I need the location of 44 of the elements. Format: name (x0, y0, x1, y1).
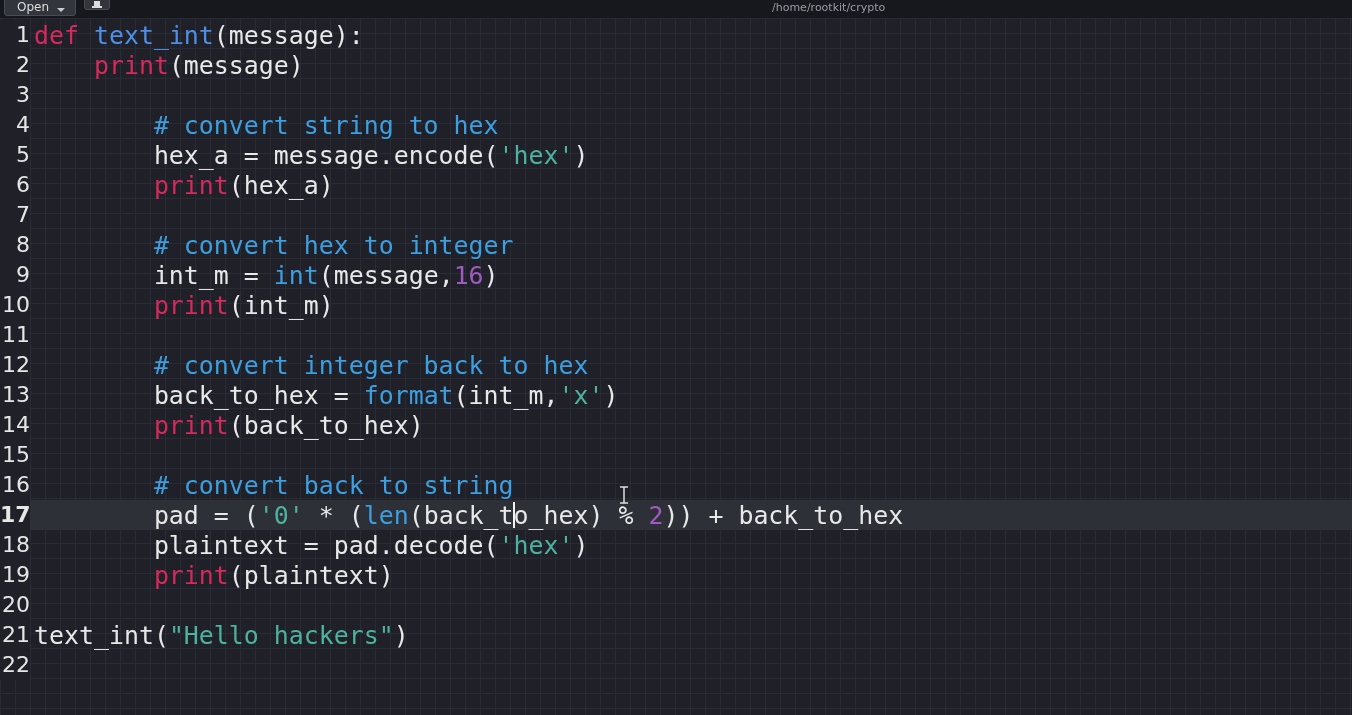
code-line: print(back_to_hex) (152, 410, 424, 440)
line-number: 7 (0, 200, 30, 230)
code-line: print(hex_a) (152, 170, 334, 200)
line-number: 12 (0, 350, 30, 380)
line-number: 21 (0, 620, 30, 650)
code-line: print(message) (92, 50, 304, 80)
code-line: print(int_m) (152, 290, 334, 320)
code-line: int_m = int(message,16) (152, 260, 499, 290)
code-line: hex_a = message.encode('hex') (152, 140, 589, 170)
line-number: 3 (0, 80, 30, 110)
i-beam-cursor-icon (619, 486, 629, 504)
code-line: plaintext = pad.decode('hex') (152, 530, 589, 560)
file-path: /home/rootkit/crypto (772, 1, 886, 14)
line-number: 6 (0, 170, 30, 200)
code-line: pad = ('0' * (len(back_to_hex) % 2)) + back_to_hex (152, 500, 904, 530)
line-number: 8 (0, 230, 30, 260)
code-line: back_to_hex = format(int_m,'x') (152, 380, 619, 410)
line-number: 11 (0, 320, 30, 350)
line-number: 19 (0, 560, 30, 590)
line-number: 13 (0, 380, 30, 410)
code-line: # convert back to string (152, 470, 514, 500)
caret-icon (57, 8, 66, 13)
line-number: 4 (0, 110, 30, 140)
line-number: 1 (0, 20, 30, 50)
line-number: 22 (0, 650, 30, 680)
line-number: 5 (0, 140, 30, 170)
code-line: text_int("Hello hackers") (33, 620, 409, 650)
pin-icon (92, 1, 103, 9)
line-number: 14 (0, 410, 30, 440)
code-line: # convert string to hex (152, 110, 499, 140)
line-number: 9 (0, 260, 30, 290)
line-number: 20 (0, 590, 30, 620)
line-number: 17 (0, 500, 30, 530)
line-number: 10 (0, 290, 30, 320)
open-button[interactable]: Open (4, 0, 77, 16)
code-line: # convert hex to integer (152, 230, 514, 260)
line-number: 16 (0, 470, 30, 500)
text-cursor (512, 502, 515, 528)
line-number: 15 (0, 440, 30, 470)
code-line: # convert integer back to hex (152, 350, 589, 380)
line-number: 18 (0, 530, 30, 560)
line-number: 2 (0, 50, 30, 80)
code-line: def text_int(message): (33, 20, 364, 50)
code-line: print(plaintext) (152, 560, 394, 590)
